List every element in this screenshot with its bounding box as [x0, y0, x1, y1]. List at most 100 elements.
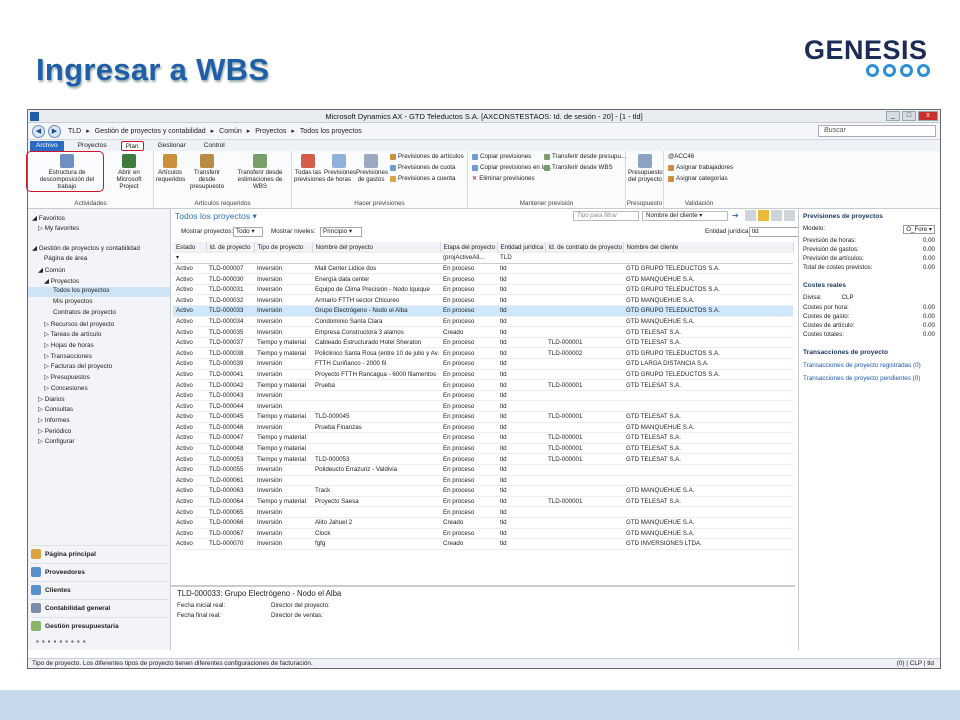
all-forecasts-button[interactable]: Todas las previsiones [294, 154, 325, 183]
filter-cell[interactable] [254, 252, 312, 264]
filter-field-select[interactable]: Nombre del cliente ▾ [642, 211, 728, 221]
col-estado[interactable]: Estado [173, 242, 207, 254]
filter-cell[interactable]: TLD [497, 252, 545, 264]
nav-proyectos[interactable]: ◢ Proyectos [44, 277, 79, 285]
hour-forecast-button[interactable]: Previsiones de horas [324, 154, 356, 183]
col-cliente[interactable]: Nombre del cliente [623, 242, 794, 254]
filter-icon[interactable] [745, 210, 756, 221]
filter-cell[interactable]: ▾ [173, 252, 206, 264]
nav-comun[interactable]: ◢ Común [38, 266, 65, 274]
tab-archivo[interactable]: Archivo [30, 141, 64, 151]
module-clientes[interactable]: Clientes [31, 581, 168, 598]
nav-favoritos[interactable]: ◢ Favoritos [32, 214, 65, 222]
table-row[interactable]: Activo TLD-000033 Inversión Grupo Electróge… [173, 305, 793, 317]
modelo-select[interactable]: O_Fore ▾ [903, 225, 935, 234]
open-project-button[interactable]: Abrir en Microsoft Project [106, 154, 152, 190]
breadcrumb-item[interactable]: Proyectos [255, 128, 286, 135]
nav-configurar[interactable]: ▷ Configurar [38, 437, 75, 445]
breadcrumb-item[interactable]: Todos los proyectos [300, 128, 362, 135]
table-row[interactable]: Activo TLD-000070 Inversión fgfg Creado tld GT… [173, 538, 793, 550]
table-row[interactable]: Activo TLD-000066 Inversión Alito Jahuel 2C… [173, 517, 793, 529]
nav-periodico[interactable]: ▷ Periódico [38, 427, 71, 435]
art-req-button[interactable]: Artículos requeridos [156, 154, 185, 183]
nav-hojas[interactable]: ▷ Hojas de horas [44, 341, 94, 349]
table-row[interactable]: Activo TLD-000038 Tiempo y material Policli… [173, 347, 793, 360]
search-input[interactable]: Buscar [818, 125, 936, 137]
nav-contratos[interactable]: Contratos de proyecto [53, 309, 116, 316]
trans-pendientes-link[interactable]: Transacciones de proyecto pendientes (0) [803, 375, 920, 382]
filter-go-icon[interactable]: ➔ [732, 211, 739, 220]
assign-workers-button[interactable]: Asignar trabajadores [668, 164, 733, 171]
table-row[interactable]: Activo TLD-000032 Inversión Armario FTTH se… [173, 294, 793, 307]
filter-select-icon[interactable] [771, 210, 782, 221]
breadcrumb-item[interactable]: Común [219, 128, 242, 135]
wbs-button[interactable]: Estructura de descomposición del trabajo [26, 151, 104, 192]
table-row[interactable]: Activo TLD-000007 Inversión Mall Center Lid… [173, 263, 793, 275]
back-icon[interactable]: ◀ [32, 124, 45, 138]
module-icon-strip[interactable]: ▪▪▪▪▪▪▪▪▪ [36, 637, 89, 646]
breadcrumb-item[interactable]: Gestión de proyectos y contabilidad [95, 128, 206, 135]
filter-cell[interactable] [206, 252, 254, 264]
mostrar-select[interactable]: Todo ▾ [233, 227, 263, 237]
transfer-budget-button[interactable]: Transferir desde presupuesto [186, 154, 228, 190]
col-etapa[interactable]: Etapa del proyecto [440, 242, 498, 254]
table-row[interactable]: Activo TLD-000035 Inversión Empresa Constru… [173, 326, 793, 338]
table-row[interactable]: Activo TLD-000037 Tiempo y material Cablead… [173, 337, 793, 349]
assign-categories-button[interactable]: Asignar categorías [668, 175, 728, 182]
nav-consultas[interactable]: ▷ Consultas [38, 405, 73, 413]
col-tipo[interactable]: Tipo de proyecto [254, 242, 313, 254]
nav-informes[interactable]: ▷ Informes [38, 416, 70, 424]
transfer-wbs-button[interactable]: Transferir desde estimaciones de WBS [230, 154, 290, 190]
trans-registradas-link[interactable]: Transacciones de proyecto registradas (0… [803, 362, 921, 369]
delete-forecast-button[interactable]: ✕ Eliminar previsiones [472, 175, 535, 182]
transfer-from-budget-button[interactable]: Transferir desde presupu... [544, 153, 626, 160]
table-row[interactable]: Activo TLD-000034 Inversión Condominio Sant… [173, 316, 793, 328]
copy-forecast-in-button[interactable]: Copiar previsiones en la... [472, 164, 552, 171]
filter-input[interactable]: Tipo para filtrar [573, 211, 639, 221]
table-row[interactable]: Activo TLD-000055 Inversión Polideucto Erra… [173, 464, 793, 476]
table-row[interactable]: Activo TLD-000041 Inversión Proyecto FTTH R… [173, 369, 793, 381]
table-row[interactable]: Activo TLD-000065 Inversión En proceso tld [173, 506, 793, 518]
table-row[interactable]: Activo TLD-000044 Inversión En proceso tld [173, 400, 793, 412]
nav-todos-proyectos[interactable]: Todos los proyectos [28, 287, 170, 297]
nav-module[interactable]: ◢ Gestión de proyectos y contabilidad [32, 244, 140, 252]
nav-mis-proyectos[interactable]: Mis proyectos [53, 298, 92, 305]
minimize-button[interactable]: _ [886, 111, 900, 121]
nav-my-favorites[interactable]: ▷ My favorites [38, 224, 79, 232]
nav-diarios[interactable]: ▷ Diarios [38, 395, 65, 403]
module-contabilidad[interactable]: Contabilidad general [31, 599, 168, 616]
forward-icon[interactable]: ▶ [48, 124, 61, 138]
table-row[interactable]: Activo TLD-000048 Tiempo y material En proc… [173, 443, 793, 455]
col-id[interactable]: Id. de proyecto [206, 242, 255, 254]
filter-cell[interactable] [545, 252, 623, 264]
transfer-from-wbs-button[interactable]: Transferir desde WBS [544, 164, 613, 171]
niveles-select[interactable]: Principio ▾ [320, 227, 362, 237]
filter-cell[interactable]: (projActiveAll... [440, 252, 497, 264]
nav-tareas[interactable]: ▷ Tareas de artículo [44, 330, 101, 338]
account-forecast-button[interactable]: Previsiones a cuenta [390, 175, 455, 182]
fee-forecast-button[interactable]: Previsiones de cuota [390, 164, 455, 171]
table-row[interactable]: Activo TLD-000053 Tiempo y material TLD-000… [173, 453, 793, 465]
table-row[interactable]: Activo TLD-000045 Tiempo y material TLD-000… [173, 411, 793, 423]
table-row[interactable]: Activo TLD-000047 Tiempo y material En proc… [173, 432, 793, 444]
table-row[interactable]: Activo TLD-000030 Inversión Energía data ce… [173, 273, 793, 285]
nav-pagina-area[interactable]: Página de área [44, 255, 87, 262]
table-row[interactable]: Activo TLD-000031 Inversión Equipo de Clima… [173, 284, 793, 296]
col-entidad[interactable]: Entidad jurídica [497, 242, 546, 254]
table-row[interactable]: Activo TLD-000039 Inversión FTTH Curiñanco … [173, 358, 793, 370]
nav-concesiones[interactable]: ▷ Concesiones [44, 384, 88, 392]
table-row[interactable]: Activo TLD-000061 Inversión En proceso tld [173, 475, 793, 487]
table-row[interactable]: Activo TLD-000042 Tiempo y material Prueba E… [173, 379, 793, 391]
project-budget-button[interactable]: Presupuesto del proyecto [628, 154, 663, 183]
module-home[interactable]: Página principal [31, 545, 168, 562]
col-contrato[interactable]: Id. de contrato de proyecto [545, 242, 624, 254]
nav-transacciones[interactable]: ▷ Transacciones [44, 352, 92, 360]
col-nombre[interactable]: Nombre del proyecto [312, 242, 441, 254]
maximize-button[interactable]: □ [902, 111, 916, 121]
filter-cell[interactable] [312, 252, 440, 264]
table-row[interactable]: Activo TLD-000046 Inversión Prueba Finanzas… [173, 422, 793, 434]
table-row[interactable]: Activo TLD-000067 Inversión Clock En proceso… [173, 528, 793, 540]
filter-cell[interactable] [623, 252, 793, 264]
breadcrumb-item[interactable]: TLD [68, 128, 81, 135]
filter-clear-icon[interactable] [784, 210, 795, 221]
